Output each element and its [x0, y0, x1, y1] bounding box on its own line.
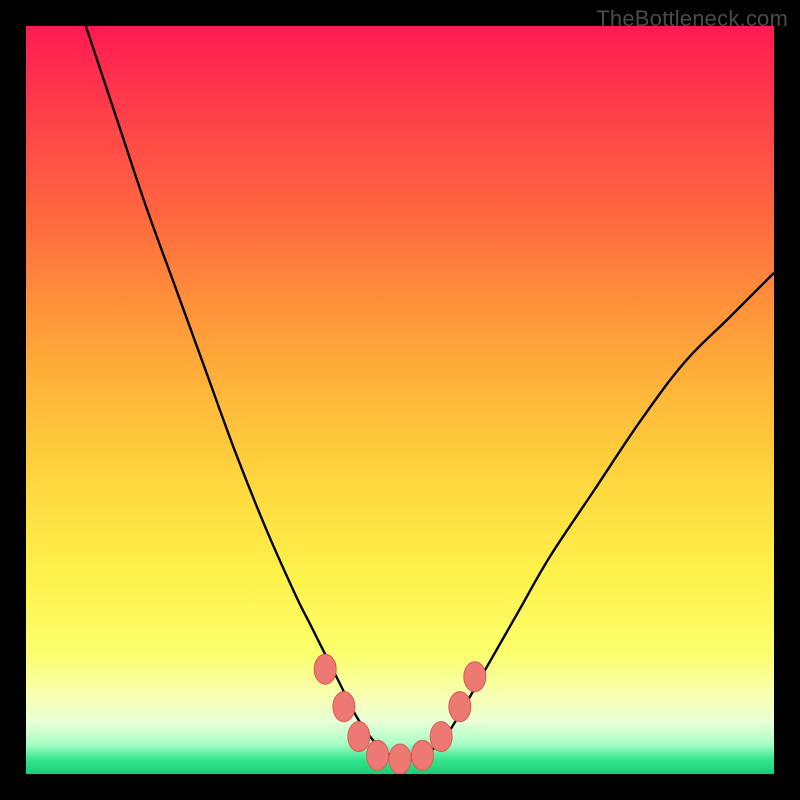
chart-frame: TheBottleneck.com	[0, 0, 800, 800]
watermark-text: TheBottleneck.com	[596, 6, 788, 32]
curve-markers	[314, 654, 486, 774]
curve-marker	[314, 654, 336, 684]
curve-marker	[333, 692, 355, 722]
curve-marker	[464, 662, 486, 692]
bottleneck-curve-svg	[26, 26, 774, 774]
curve-marker	[348, 722, 370, 752]
curve-marker	[367, 740, 389, 770]
plot-area	[26, 26, 774, 774]
curve-marker	[411, 740, 433, 770]
bottleneck-curve	[86, 26, 774, 760]
curve-marker	[449, 692, 471, 722]
curve-marker	[389, 744, 411, 774]
curve-marker	[430, 722, 452, 752]
